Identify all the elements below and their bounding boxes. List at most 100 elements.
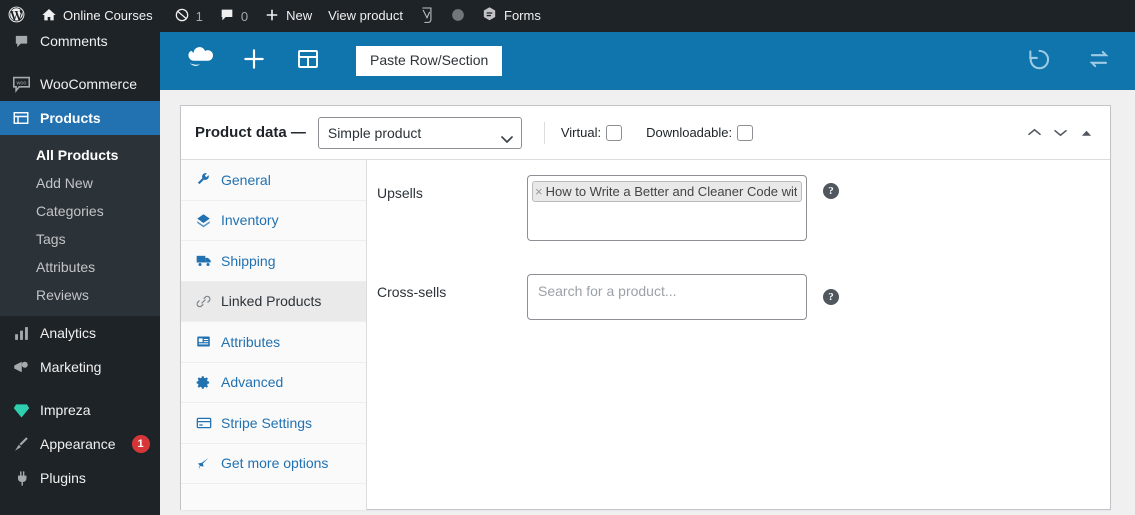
updates-button[interactable]: 1 — [166, 0, 211, 32]
sidebar-item-analytics[interactable]: Analytics — [0, 316, 160, 350]
layout-button[interactable] — [286, 39, 330, 83]
card-icon — [195, 414, 212, 431]
submenu-item-categories[interactable]: Categories — [0, 197, 160, 225]
sidebar-item-marketing[interactable]: Marketing — [0, 350, 160, 384]
impreza-cloud-logo-button[interactable] — [178, 39, 222, 83]
wrench-icon — [195, 171, 212, 188]
tab-label-attributes: Attributes — [221, 333, 281, 350]
gear-icon — [195, 374, 212, 391]
sidebar-label-marketing: Marketing — [40, 359, 102, 375]
submenu-item-tags[interactable]: Tags — [0, 225, 160, 253]
site-name-button[interactable]: Online Courses — [33, 0, 161, 32]
toolbar-history-actions — [1001, 39, 1135, 83]
yoast-seo-button[interactable] — [411, 0, 443, 32]
move-down-button[interactable] — [1048, 122, 1072, 144]
comments-button[interactable]: 0 — [211, 0, 256, 32]
forms-icon — [481, 6, 498, 26]
linked-products-panel: Upsells × How to Write a Better and Clea… — [367, 160, 1110, 510]
upsells-field-row: Upsells × How to Write a Better and Clea… — [367, 175, 1110, 241]
analytics-icon — [11, 323, 31, 343]
tab-shipping[interactable]: Shipping — [181, 241, 366, 282]
menu-separator-2 — [0, 384, 160, 393]
tab-linked-products[interactable]: Linked Products — [181, 281, 366, 322]
paste-row-section-button[interactable]: Paste Row/Section — [356, 46, 503, 76]
new-content-button[interactable]: New — [256, 0, 320, 32]
tab-label-get-more-options: Get more options — [221, 455, 329, 472]
downloadable-checkbox-group[interactable]: Downloadable: — [646, 124, 754, 141]
product-data-tabs: General Inventory Shipping Linked Produc… — [181, 160, 367, 510]
page-title: Product data — — [195, 124, 306, 141]
comments-icon — [11, 31, 31, 51]
new-content-label: New — [286, 8, 313, 23]
crosssells-help-icon[interactable]: ? — [823, 289, 839, 305]
sidebar-submenu-products: All Products Add New Categories Tags Att… — [0, 135, 160, 316]
home-icon — [41, 7, 57, 26]
upsells-label: Upsells — [377, 185, 423, 201]
svg-text:woo: woo — [15, 80, 26, 86]
crosssells-select[interactable]: Search for a product... — [527, 274, 807, 320]
view-product-button[interactable]: View product — [320, 0, 411, 32]
tab-advanced[interactable]: Advanced — [181, 363, 366, 403]
plus-icon — [264, 7, 280, 26]
upsells-selected-token[interactable]: × How to Write a Better and Cleaner Code… — [532, 181, 802, 202]
tab-general[interactable]: General — [181, 160, 366, 201]
sidebar-item-impreza[interactable]: Impreza — [0, 393, 160, 427]
virtual-label: Virtual: — [560, 125, 602, 140]
sidebar-item-plugins[interactable]: Plugins — [0, 461, 160, 495]
sidebar-label-analytics: Analytics — [40, 325, 97, 341]
crosssells-placeholder: Search for a product... — [538, 283, 677, 299]
product-data-header: Product data — Simple product Virtual: D… — [181, 106, 1110, 160]
upsells-token-label: How to Write a Better and Cleaner Code w… — [545, 184, 797, 199]
move-up-button[interactable] — [1022, 122, 1046, 144]
product-type-select[interactable]: Simple product — [317, 116, 522, 149]
downloadable-label: Downloadable: — [646, 125, 733, 140]
crosssells-label: Cross-sells — [377, 284, 447, 300]
gravity-forms-button[interactable]: Forms — [473, 0, 549, 32]
circle-icon — [451, 8, 465, 25]
crosssells-control: Search for a product... ? — [527, 274, 839, 320]
product-data-panel: Product data — Simple product Virtual: D… — [180, 105, 1111, 510]
add-element-button[interactable] — [232, 39, 276, 83]
redo-button[interactable] — [1077, 39, 1121, 83]
wordpress-icon — [7, 5, 26, 27]
submenu-item-add-new[interactable]: Add New — [0, 169, 160, 197]
virtual-checkbox-group[interactable]: Virtual: — [560, 124, 623, 141]
submenu-item-attributes[interactable]: Attributes — [0, 253, 160, 281]
sidebar-item-appearance[interactable]: Appearance 1 — [0, 427, 160, 461]
submenu-item-reviews[interactable]: Reviews — [0, 281, 160, 309]
toggle-panel-button[interactable] — [1074, 122, 1098, 144]
tab-stripe-settings[interactable]: Stripe Settings — [181, 403, 366, 444]
sidebar-item-products[interactable]: Products — [0, 101, 160, 135]
downloadable-checkbox[interactable] — [737, 124, 754, 141]
panel-header-actions — [1022, 122, 1098, 144]
remove-token-icon[interactable]: × — [535, 184, 543, 199]
undo-button[interactable] — [1017, 39, 1061, 83]
impreza-diamond-icon — [11, 400, 31, 420]
tab-get-more-options[interactable]: Get more options — [181, 444, 366, 484]
submenu-item-all-products[interactable]: All Products — [0, 141, 160, 169]
wordpress-logo-button[interactable] — [0, 0, 33, 32]
upsells-select[interactable]: × How to Write a Better and Cleaner Code… — [527, 175, 807, 241]
sidebar-item-woocommerce[interactable]: woo WooCommerce — [0, 67, 160, 101]
redo-icon — [1086, 46, 1112, 77]
marketing-icon — [11, 357, 31, 377]
upsells-help-icon[interactable]: ? — [823, 183, 839, 199]
view-product-label: View product — [328, 8, 404, 23]
layout-grid-icon — [296, 47, 320, 76]
circle-indicator-button[interactable] — [443, 0, 473, 32]
tab-attributes[interactable]: Attributes — [181, 322, 366, 363]
updates-icon — [174, 7, 190, 26]
comments-count: 0 — [240, 8, 249, 24]
comment-bubble-icon — [219, 7, 235, 26]
sidebar-label-appearance: Appearance — [40, 436, 116, 452]
sidebar-label-comments: Comments — [40, 33, 108, 49]
product-type-select-wrapper: Simple product — [317, 116, 522, 149]
tab-label-stripe-settings: Stripe Settings — [221, 414, 313, 431]
page-builder-toolbar: Paste Row/Section — [160, 32, 1135, 90]
virtual-checkbox[interactable] — [606, 124, 623, 141]
cart-icon — [195, 455, 212, 472]
products-icon — [11, 108, 31, 128]
tab-inventory[interactable]: Inventory — [181, 201, 366, 241]
link-icon — [195, 293, 212, 310]
admin-sidebar-menu: Pages Comments woo WooCommerce — [0, 0, 160, 515]
